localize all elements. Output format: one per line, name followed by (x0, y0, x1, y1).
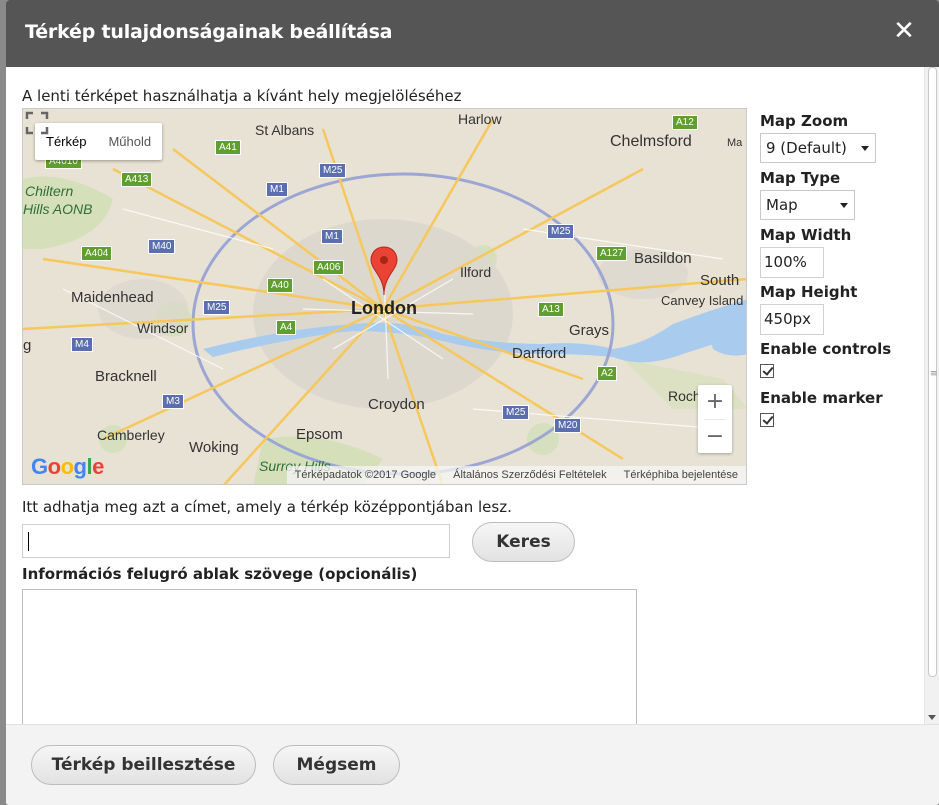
place-label: Windsor (137, 320, 189, 336)
address-label: Itt adhatja meg azt a címet, amely a tér… (22, 498, 512, 516)
grip-icon: ≡ (930, 369, 938, 379)
report-error-link[interactable]: Térképhiba bejelentése (624, 469, 738, 481)
place-label: Maidenhead (71, 289, 154, 306)
map-width-input[interactable]: 100% (760, 247, 824, 278)
road-badge: A12 (672, 115, 698, 130)
place-label: Ma (727, 137, 743, 149)
place-label: South (700, 272, 740, 289)
scroll-thumb[interactable]: ≡ (928, 67, 938, 677)
road-badge: M25 (203, 300, 231, 315)
dialog-footer: Térkép beillesztése Mégsem (6, 724, 939, 805)
place-label-london: London (351, 298, 417, 318)
place-label: g (23, 337, 32, 354)
content-scrollbar[interactable]: ≡ (924, 67, 939, 724)
place-label: Epsom (296, 426, 343, 443)
address-input[interactable] (22, 524, 450, 558)
road-badge: A41 (215, 140, 241, 155)
map-type-label: Map Type (760, 169, 841, 187)
enable-marker-label: Enable marker (760, 389, 883, 407)
road-badge: M25 (502, 405, 530, 420)
place-label: Chelmsford (610, 133, 692, 150)
dialog-title: Térkép tulajdonságainak beállítása (25, 21, 393, 43)
intro-text: A lenti térképet használhatja a kívánt h… (22, 87, 462, 105)
terms-link[interactable]: Általános Szerződési Feltételek (453, 469, 606, 481)
road-badge: A406 (313, 260, 345, 275)
info-window-textarea[interactable] (22, 589, 637, 724)
map-width-label: Map Width (760, 226, 852, 244)
place-label: Camberley (97, 427, 165, 443)
map-settings-panel: Map Zoom 9 (Default) Map Type Map Map Wi… (760, 110, 920, 436)
map-data-attribution: Térképadatok ©2017 Google (294, 469, 437, 481)
dialog-titlebar: Térkép tulajdonságainak beállítása ✕ (6, 0, 939, 67)
cancel-button[interactable]: Mégsem (273, 745, 400, 785)
map-attribution: Térképadatok ©2017 Google Általános Szer… (286, 466, 746, 484)
info-window-label: Információs felugró ablak szövege (opcio… (22, 565, 418, 583)
road-badge: A413 (121, 172, 153, 187)
road-badge: M1 (266, 182, 288, 197)
place-label: Ilford (460, 264, 492, 280)
road-badge: A4 (276, 320, 297, 335)
place-label: Dartford (512, 345, 567, 362)
place-label: St Albans (255, 122, 315, 138)
google-logo: Google (31, 454, 104, 479)
road-badge: A404 (81, 246, 113, 261)
dialog-content: A lenti térképet használhatja a kívánt h… (6, 67, 924, 724)
map-type-select[interactable]: Map (760, 190, 855, 220)
road-badge: M20 (554, 418, 582, 433)
map-marker-icon[interactable] (370, 246, 398, 296)
enable-controls-checkbox[interactable] (760, 364, 774, 378)
place-label: Canvey Island (661, 293, 744, 308)
road-badge: M25 (547, 224, 575, 239)
road-badge: A40 (267, 278, 293, 293)
close-icon[interactable]: ✕ (893, 18, 915, 44)
search-button[interactable]: Keres (472, 522, 575, 562)
enable-controls-label: Enable controls (760, 340, 892, 358)
place-label: Basildon (634, 250, 692, 267)
place-label: Grays (569, 322, 610, 339)
scroll-down-icon[interactable] (928, 715, 936, 720)
map-type-value: Map (766, 196, 798, 214)
map-canvas[interactable]: St Albans Harlow Chelmsford Ma Chiltern … (22, 108, 747, 485)
fullscreen-icon[interactable] (23, 109, 51, 137)
place-label: Hills AONB (23, 201, 93, 217)
map-type-satellite-button[interactable]: Műhold (97, 123, 162, 160)
map-height-label: Map Height (760, 283, 858, 301)
road-badge: A2 (597, 366, 618, 381)
insert-map-button[interactable]: Térkép beillesztése (31, 745, 256, 785)
map-type-control: Térkép Műhold (35, 123, 163, 160)
map-zoom-value: 9 (Default) (766, 139, 847, 157)
place-label: Chiltern (25, 183, 74, 199)
road-badge: M4 (71, 337, 93, 352)
zoom-in-button[interactable]: + (698, 385, 732, 419)
map-properties-dialog: Térkép tulajdonságainak beállítása ✕ A l… (6, 0, 939, 805)
map-zoom-label: Map Zoom (760, 112, 849, 130)
road-badge: M25 (319, 163, 347, 178)
road-badge: M40 (148, 239, 176, 254)
chevron-down-icon (861, 146, 869, 151)
road-badge: A127 (596, 246, 628, 261)
road-badge: M3 (162, 394, 184, 409)
place-label: Harlow (458, 111, 502, 127)
road-badge: M1 (321, 229, 343, 244)
zoom-control: + − (698, 385, 732, 453)
chevron-down-icon (840, 203, 848, 208)
zoom-out-button[interactable]: − (698, 420, 732, 454)
place-label: Woking (189, 439, 239, 456)
map-zoom-select[interactable]: 9 (Default) (760, 133, 876, 163)
map-height-input[interactable]: 450px (760, 304, 824, 335)
place-label: Croydon (368, 396, 425, 413)
enable-marker-checkbox[interactable] (760, 413, 774, 427)
place-label: Bracknell (95, 368, 157, 385)
road-badge: A13 (538, 302, 564, 317)
